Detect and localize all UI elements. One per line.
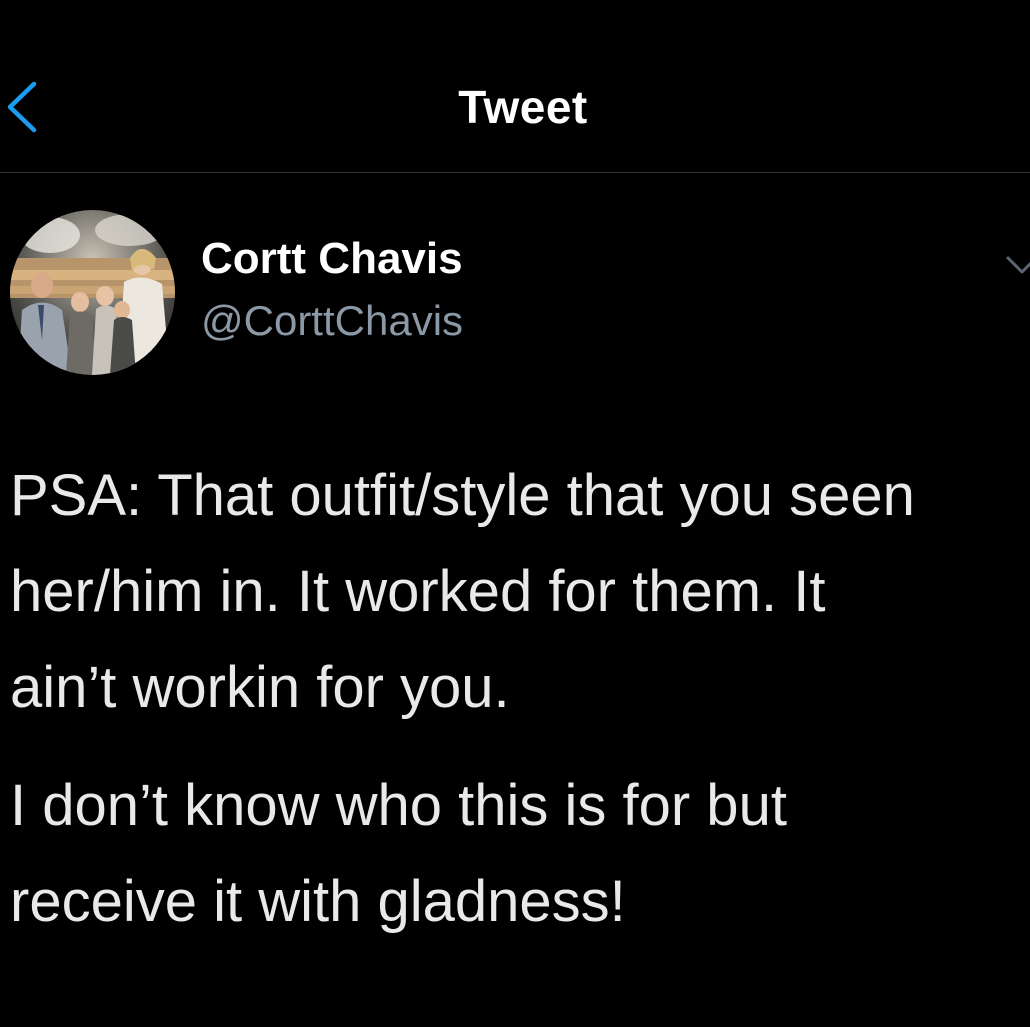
tweet-paragraph: PSA: That outfit/style that you seen her… xyxy=(10,463,915,720)
tweet-text: PSA: That outfit/style that you seen her… xyxy=(10,448,1030,950)
page-title: Tweet xyxy=(458,81,588,133)
author-handle[interactable]: @CorttChavis xyxy=(201,297,463,345)
top-navigation-bar: Tweet xyxy=(0,0,1030,173)
tweet-options-button[interactable] xyxy=(1004,246,1030,282)
profile-photo-avatar xyxy=(10,210,175,375)
tweet-paragraph: I don’t know who this is for but receive… xyxy=(10,773,787,934)
avatar[interactable] xyxy=(10,210,175,375)
chevron-down-icon xyxy=(1006,256,1030,274)
author-display-name[interactable]: Cortt Chavis xyxy=(201,234,463,284)
